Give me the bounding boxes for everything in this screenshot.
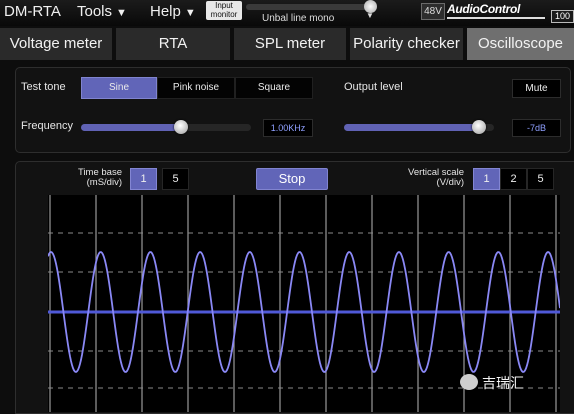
frequency-slider-fill <box>81 124 182 131</box>
frequency-value[interactable]: 1.00KHz <box>263 119 313 137</box>
tone-option-sine[interactable]: Sine <box>81 77 157 99</box>
time-base-label: Time base (mS/div) <box>62 168 122 188</box>
vertical-scale-5-button[interactable]: 5 <box>527 168 554 190</box>
time-base-5-button[interactable]: 5 <box>162 168 189 190</box>
wechat-icon <box>460 374 478 390</box>
vertical-scale-label: Vertical scale (V/div) <box>384 168 464 188</box>
menu-tools[interactable]: Tools ▼ <box>77 3 127 20</box>
output-level-value[interactable]: -7dB <box>512 119 561 137</box>
tab-rta[interactable]: RTA <box>116 28 230 60</box>
caret-down-icon: ▼ <box>184 7 196 19</box>
frequency-label: Frequency <box>21 120 73 132</box>
tab-spl-meter[interactable]: SPL meter <box>234 28 346 60</box>
input-monitor-label-1: Input <box>215 1 233 10</box>
output-level-slider-knob[interactable] <box>472 120 486 134</box>
output-level-label: Output level <box>344 81 403 93</box>
line-select-value: Unbal line mono <box>262 13 335 24</box>
menu-help[interactable]: Help ▼ <box>150 3 196 20</box>
test-tone-label: Test tone <box>21 81 66 93</box>
tone-option-square[interactable]: Square <box>235 77 313 99</box>
watermark-text: 吉瑞汇 <box>482 375 524 391</box>
time-base-1-button[interactable]: 1 <box>130 168 157 190</box>
menu-tools-label: Tools <box>77 3 113 20</box>
logo-underline <box>447 17 545 19</box>
battery-indicator: 100 <box>551 10 574 23</box>
tab-oscilloscope[interactable]: Oscilloscope <box>467 28 574 60</box>
vertical-scale-2-button[interactable]: 2 <box>500 168 527 190</box>
tab-polarity-checker[interactable]: Polarity checker <box>350 28 463 60</box>
brand-logo: AudioControl <box>447 2 521 16</box>
mute-button[interactable]: Mute <box>512 79 561 98</box>
input-monitor-label-2: monitor <box>210 10 238 19</box>
caret-down-icon: ▼ <box>116 7 127 19</box>
tone-option-pink-noise[interactable]: Pink noise <box>157 77 235 99</box>
vertical-scale-label-2: (V/div) <box>436 177 464 188</box>
stop-button[interactable]: Stop <box>256 168 328 190</box>
chevron-down-icon[interactable]: ▼ <box>366 11 374 20</box>
line-select-track[interactable] <box>246 4 376 10</box>
phantom-48v-button[interactable]: 48V <box>421 3 445 20</box>
menu-help-label: Help <box>150 3 181 20</box>
output-level-slider-fill <box>344 124 479 131</box>
tab-voltage-meter[interactable]: Voltage meter <box>0 28 112 60</box>
input-monitor-button[interactable]: Input monitor <box>206 1 242 20</box>
app-title: DM-RTA <box>4 3 61 20</box>
vertical-scale-1-button[interactable]: 1 <box>473 168 500 190</box>
time-base-label-2: (mS/div) <box>86 177 122 188</box>
